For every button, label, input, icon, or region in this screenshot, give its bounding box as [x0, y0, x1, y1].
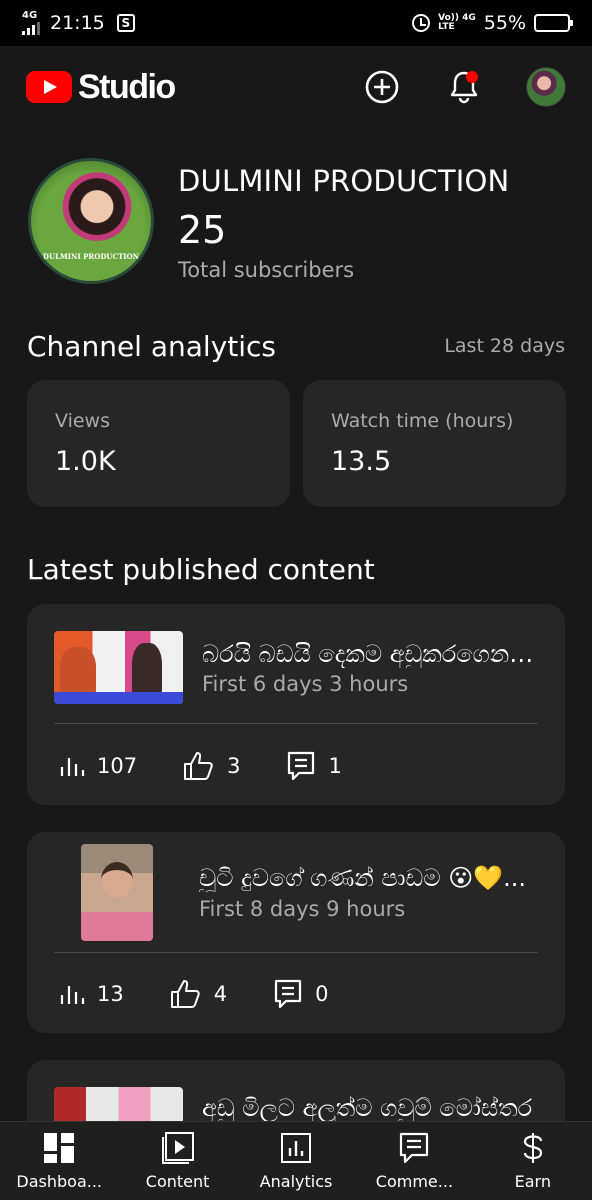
analytics-period: Last 28 days [444, 335, 565, 357]
nav-analytics[interactable]: Analytics [237, 1122, 355, 1200]
nav-dashboard[interactable]: Dashboa... [0, 1122, 118, 1200]
nav-label: Dashboa... [16, 1172, 102, 1191]
views-metric: 13 [59, 982, 124, 1006]
nav-label: Content [145, 1172, 210, 1191]
stat-label: Views [55, 410, 110, 432]
bottom-navigation: Dashboa... Content Analytics Comme... Ea… [0, 1121, 592, 1200]
dashboard-icon [44, 1133, 75, 1163]
channel-name: DULMINI PRODUCTION [178, 164, 510, 198]
bar-chart-icon [60, 986, 85, 1004]
battery-icon [534, 14, 573, 32]
video-thumbnail[interactable] [81, 844, 153, 941]
add-circle-icon [365, 70, 399, 104]
volte-bottom-label: LTE [438, 22, 455, 32]
battery-percent: 55% [483, 12, 526, 34]
notification-badge [466, 71, 478, 83]
latest-content-title: Latest published content [27, 553, 375, 586]
notification-app-icon: S [116, 14, 135, 32]
nav-label: Earn [514, 1172, 551, 1191]
youtube-play-icon [26, 71, 72, 103]
studio-logo[interactable]: Studio [26, 67, 176, 107]
comments-icon [400, 1132, 429, 1164]
divider [54, 723, 538, 724]
video-metrics: 13 4 0 [59, 978, 374, 1010]
video-card[interactable]: චූටි දුවගේ ගණන් පාඩම 😮💛... First 8 days … [27, 832, 565, 1033]
views-count: 13 [97, 982, 124, 1006]
avatar-caption: DULMINI PRODUCTION [42, 252, 140, 261]
video-title: බරයි බඩයි දෙකම අඩුකරගෙන ලස්සන වෙන්න [202, 640, 537, 668]
subscriber-label: Total subscribers [178, 258, 355, 282]
divider [54, 952, 538, 953]
video-metrics: 107 3 1 [59, 750, 388, 782]
channel-avatar[interactable]: DULMINI PRODUCTION [28, 158, 154, 284]
nav-comments[interactable]: Comme... [355, 1122, 473, 1200]
channel-header: DULMINI PRODUCTION DULMINI PRODUCTION 25… [0, 150, 592, 290]
stat-value: 13.5 [331, 446, 392, 477]
clock: 21:15 [50, 12, 105, 34]
analytics-icon [281, 1133, 312, 1163]
comment-icon [288, 751, 315, 781]
thumbs-up-icon [184, 752, 213, 780]
comments-metric: 1 [286, 750, 342, 782]
thumbs-up-icon [170, 980, 200, 1008]
alarm-icon [412, 14, 431, 32]
create-button[interactable] [362, 67, 402, 107]
video-meta: First 8 days 9 hours [199, 897, 406, 921]
bar-chart-icon [60, 758, 85, 776]
comments-count: 1 [328, 754, 342, 778]
dollar-icon [523, 1133, 542, 1163]
account-avatar[interactable] [526, 67, 566, 107]
video-title: චූටි දුවගේ ගණන් පාඩම 😮💛... [199, 864, 527, 892]
nav-content[interactable]: Content [118, 1122, 236, 1200]
video-title: අඩු මිලට අලුත්ම ගවුම් මෝස්තර [202, 1094, 533, 1121]
video-meta: First 6 days 3 hours [202, 672, 409, 696]
nav-label: Analytics [259, 1172, 333, 1191]
subscriber-count: 25 [178, 208, 227, 252]
signal-bars-icon [22, 21, 40, 35]
views-metric: 107 [59, 754, 137, 778]
comments-count: 0 [315, 982, 329, 1006]
nav-earn[interactable]: Earn [474, 1122, 592, 1200]
nav-label: Comme... [375, 1172, 454, 1191]
watch-time-card[interactable]: Watch time (hours) 13.5 [303, 380, 566, 507]
likes-count: 3 [227, 754, 241, 778]
signal-indicator: 4G [22, 11, 40, 35]
comment-icon [275, 979, 302, 1009]
video-thumbnail[interactable] [54, 631, 183, 704]
likes-metric: 3 [183, 751, 240, 781]
video-card[interactable]: අඩු මිලට අලුත්ම ගවුම් මෝස්තර [27, 1060, 565, 1121]
stat-value: 1.0K [55, 446, 116, 477]
analytics-title: Channel analytics [27, 330, 277, 363]
video-thumbnail[interactable] [54, 1087, 183, 1121]
volte-indicator: Vo)) 4G LTE [438, 14, 476, 32]
comments-metric: 0 [273, 978, 328, 1010]
views-card[interactable]: Views 1.0K [27, 380, 290, 507]
video-library-icon [161, 1132, 194, 1164]
stat-label: Watch time (hours) [331, 410, 514, 432]
likes-count: 4 [213, 982, 228, 1006]
views-count: 107 [97, 754, 138, 778]
network-type: 4G [22, 10, 38, 21]
video-card[interactable]: බරයි බඩයි දෙකම අඩුකරගෙන ලස්සන වෙන්න Firs… [27, 604, 565, 805]
status-bar: 4G 21:15 S Vo)) 4G LTE 55% [0, 0, 592, 46]
logo-text: Studio [78, 67, 176, 106]
app-bar: Studio [0, 46, 592, 128]
notifications-button[interactable] [444, 67, 484, 107]
likes-metric: 4 [170, 979, 227, 1009]
